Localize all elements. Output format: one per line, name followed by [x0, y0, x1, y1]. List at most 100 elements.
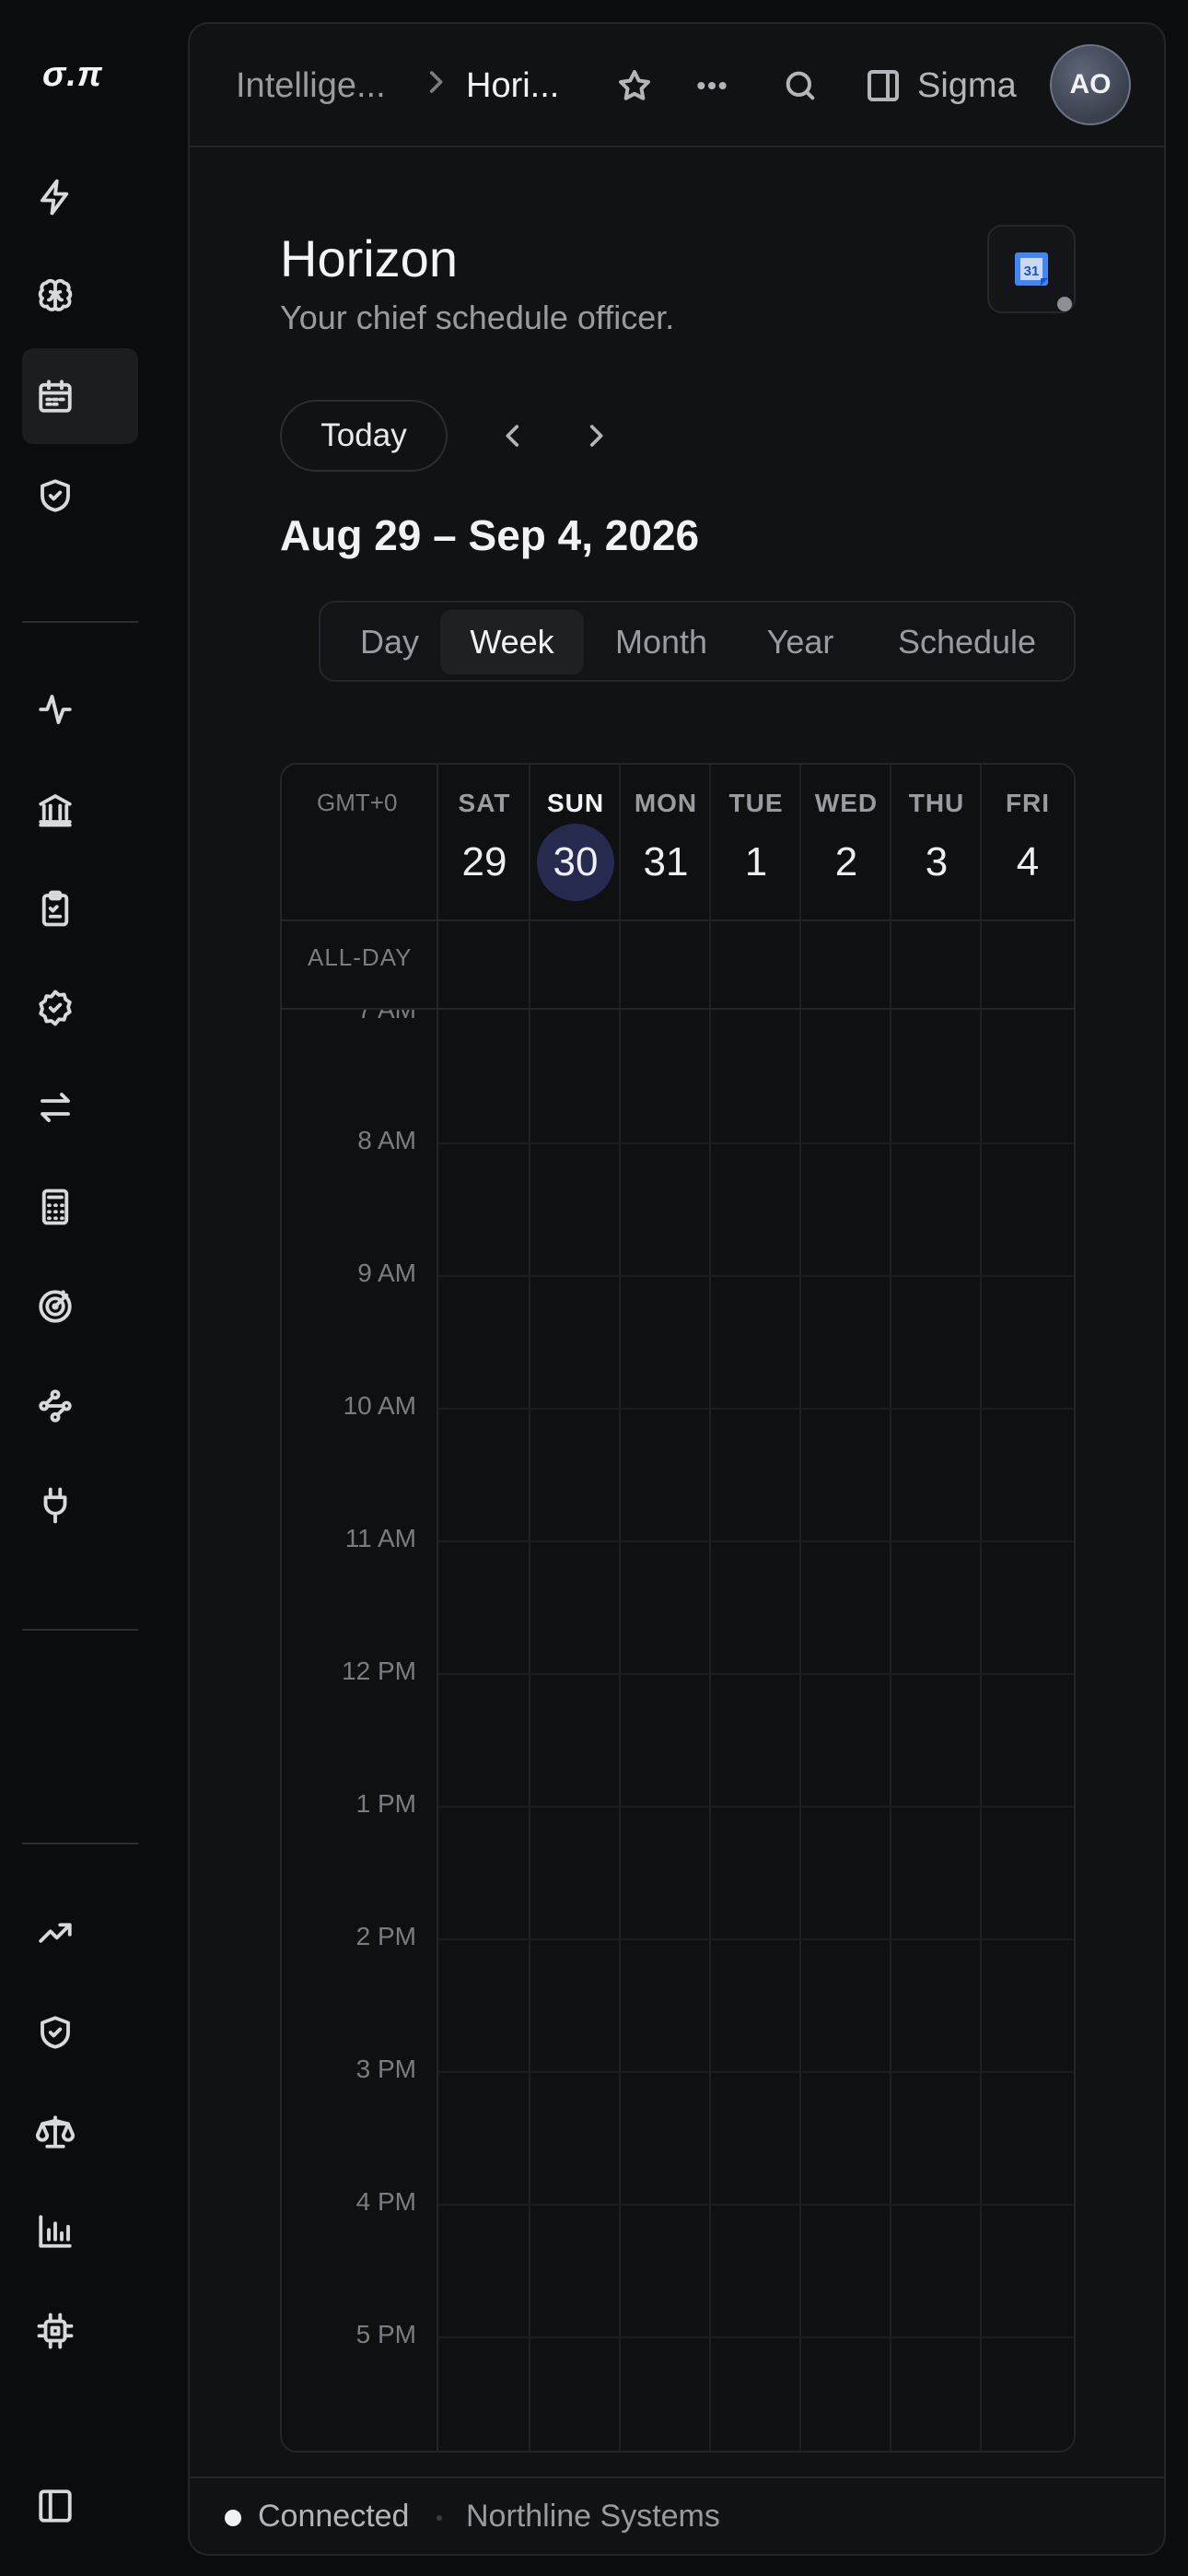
- tab-year[interactable]: Year: [740, 610, 860, 674]
- sidebar-item-security[interactable]: [22, 448, 138, 544]
- day-header-thu[interactable]: THU 3: [891, 765, 982, 921]
- brain-icon: [38, 278, 73, 311]
- sidebar-item-compliance[interactable]: [22, 1985, 138, 2080]
- week-calendar: GMT+0 SAT 29 SUN 30 MON 31 TUE 1 WED 2 T…: [280, 763, 1076, 2453]
- hour-line: [438, 1275, 1074, 1277]
- sidebar-item-transfers[interactable]: [22, 1060, 138, 1155]
- sidebar-item-compute[interactable]: [22, 2283, 138, 2379]
- column-divider: [437, 765, 438, 2451]
- activity-icon: [39, 695, 72, 724]
- sidebar-item-calculator[interactable]: [22, 1159, 138, 1255]
- sidebar-item-bolt[interactable]: [22, 149, 138, 245]
- hour-label: 10 AM: [343, 1391, 416, 1420]
- sidebar-item-analytics[interactable]: [22, 2184, 138, 2279]
- day-number-today: 30: [537, 824, 614, 901]
- chevron-right-icon: [589, 425, 603, 447]
- day-header-sun[interactable]: SUN 30: [530, 765, 621, 921]
- breadcrumb-parent[interactable]: Intellige...: [236, 66, 386, 106]
- sidebar-toggle[interactable]: [22, 2458, 138, 2554]
- tab-schedule[interactable]: Schedule: [866, 610, 1068, 674]
- panel-icon: [39, 2489, 72, 2523]
- sidebar-item-integrations[interactable]: [22, 1458, 138, 1553]
- clipboard-icon: [41, 890, 69, 927]
- connection-status-dot: [1057, 297, 1072, 311]
- hour-line: [438, 1938, 1074, 1940]
- more-options-button[interactable]: [689, 63, 735, 109]
- column-divider: [529, 921, 530, 1008]
- sidebar-item-target[interactable]: [22, 1259, 138, 1354]
- sidebar-divider: [22, 621, 138, 623]
- view-switcher: Day Week Month Year Schedule: [319, 601, 1076, 682]
- sidebar-item-activity[interactable]: [22, 662, 138, 757]
- day-of-week: SUN: [546, 789, 605, 817]
- shield-check-icon: [41, 2016, 70, 2049]
- search-button[interactable]: [777, 63, 823, 109]
- hour-line: [438, 1673, 1074, 1675]
- status-bar: Connected Northline Systems: [190, 2476, 1164, 2554]
- all-day-label: ALL-DAY: [308, 943, 413, 971]
- hour-label: 2 PM: [355, 1922, 416, 1950]
- next-week-button[interactable]: [571, 411, 621, 461]
- trending-up-icon: [39, 1923, 72, 1943]
- today-button[interactable]: Today: [280, 400, 448, 472]
- google-calendar-icon: 31: [1015, 252, 1048, 286]
- hour-line: [438, 1806, 1074, 1808]
- day-of-week: TUE: [728, 789, 784, 817]
- column-divider: [799, 765, 801, 2451]
- google-calendar-button[interactable]: 31: [987, 225, 1076, 313]
- hour-label: 12 PM: [342, 1657, 416, 1685]
- day-header-mon[interactable]: MON 31: [621, 765, 711, 921]
- column-divider: [619, 921, 621, 1008]
- tab-month[interactable]: Month: [588, 610, 735, 674]
- page-subtitle: Your chief schedule officer.: [280, 299, 675, 336]
- sidebar-item-verified[interactable]: [22, 960, 138, 1056]
- network-icon: [39, 1389, 72, 1423]
- target-icon: [39, 1290, 72, 1323]
- status-separator: [437, 2515, 442, 2521]
- sigma-panel-button[interactable]: [860, 63, 906, 109]
- day-number: 31: [643, 839, 689, 884]
- column-divider: [709, 765, 711, 2451]
- app-logo[interactable]: σ.π: [42, 55, 103, 95]
- favorite-button[interactable]: [611, 63, 658, 109]
- tab-week[interactable]: Week: [440, 610, 584, 674]
- timezone-label[interactable]: GMT+0: [317, 789, 397, 817]
- sidebar-item-clipboard[interactable]: [22, 861, 138, 956]
- calendar-icon: [39, 380, 72, 413]
- hour-label: 1 PM: [355, 1789, 416, 1818]
- sidebar: σ.π: [0, 0, 184, 2576]
- avatar[interactable]: AO: [1050, 44, 1131, 125]
- badge-check-icon: [39, 989, 72, 1026]
- tab-day[interactable]: Day: [333, 610, 446, 674]
- column-divider: [437, 921, 438, 1008]
- sidebar-item-trends[interactable]: [22, 1885, 138, 1981]
- sidebar-item-brain[interactable]: [22, 249, 138, 345]
- previous-week-button[interactable]: [488, 411, 538, 461]
- hour-line: [438, 1408, 1074, 1410]
- day-number: 1: [744, 839, 768, 884]
- search-icon: [786, 71, 815, 100]
- chevron-left-icon: [506, 425, 519, 447]
- hour-label: 11 AM: [344, 1524, 416, 1552]
- sidebar-item-bank[interactable]: [22, 761, 138, 857]
- sigma-label[interactable]: Sigma: [917, 66, 1017, 106]
- day-number: 29: [461, 839, 507, 884]
- connection-status: Connected: [258, 2499, 410, 2534]
- column-divider: [529, 765, 530, 2451]
- sidebar-item-network[interactable]: [22, 1358, 138, 1454]
- organization-name[interactable]: Northline Systems: [466, 2499, 720, 2535]
- sidebar-item-legal[interactable]: [22, 2084, 138, 2180]
- star-icon: [619, 70, 650, 100]
- calendar-header: GMT+0 SAT 29 SUN 30 MON 31 TUE 1 WED 2 T…: [282, 765, 1074, 921]
- day-header-fri[interactable]: FRI 4: [982, 765, 1074, 921]
- chevron-right-icon: [420, 66, 451, 102]
- column-divider: [980, 765, 982, 2451]
- day-header-tue[interactable]: TUE 1: [711, 765, 801, 921]
- column-divider: [709, 921, 711, 1008]
- column-divider: [890, 921, 891, 1008]
- day-header-wed[interactable]: WED 2: [801, 765, 891, 921]
- top-bar: Intellige... Hori... Sigma AO: [190, 24, 1164, 147]
- sidebar-divider: [22, 1629, 138, 1631]
- sidebar-item-calendar[interactable]: [22, 348, 138, 444]
- day-header-sat[interactable]: SAT 29: [438, 765, 530, 921]
